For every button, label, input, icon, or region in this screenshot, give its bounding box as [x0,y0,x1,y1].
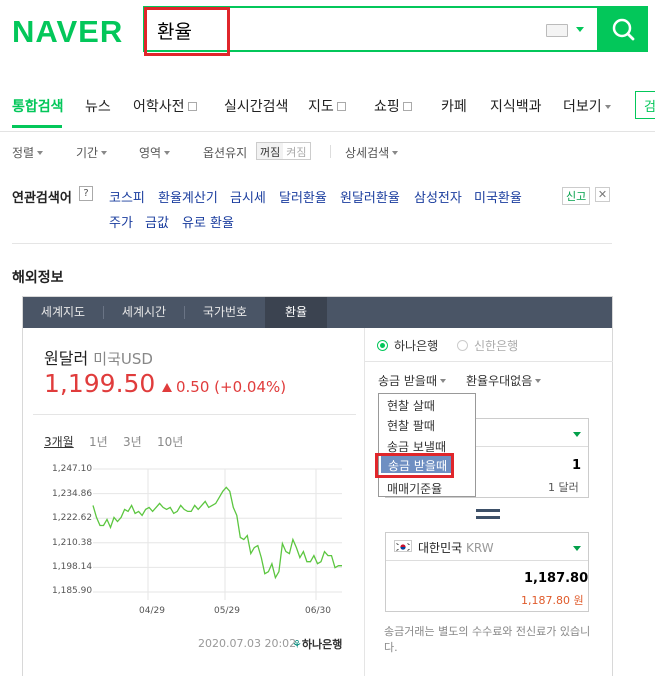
from-unit: 1 달러 [548,481,579,494]
bank-radio-shinhan[interactable]: 신한은행 [457,337,518,354]
radio-checked-icon [377,340,388,351]
to-unit: 1,187.80 원 [521,594,584,607]
chevron-down-icon [573,432,581,437]
bank-radio-hana[interactable]: 하나은행 [377,337,438,354]
x-tick-label: 04/29 [139,606,165,616]
korea-flag-icon [394,540,412,552]
x-tick-label: 05/29 [214,606,240,616]
x-tick-label: 06/30 [305,606,331,616]
to-country: 대한민국 [418,541,463,555]
bank-label: 신한은행 [474,339,519,353]
to-currency-label: 대한민국 KRW [418,539,494,556]
chart-timestamp: 2020.07.03 20:02 [198,637,297,650]
chevron-down-icon [535,379,542,383]
from-amount-input[interactable] [561,458,581,473]
bank-logo-mark-icon: ⚘ [292,638,302,651]
bank-logo-text: 하나은행 [301,638,343,651]
series-line [92,486,342,580]
chevron-down-icon [573,546,581,551]
rate-type-dropdown[interactable]: 송금 받을때 [378,372,447,389]
divider [364,328,365,676]
menu-item[interactable]: 현찰 팔때 [387,417,435,434]
bank-label: 하나은행 [394,339,439,353]
chevron-down-icon [440,379,447,383]
equals-icon [476,509,500,512]
remittance-note: 송금거래는 별도의 수수료와 전신료가 있습니다. [384,625,591,654]
menu-item[interactable]: 매매기준율 [387,480,442,497]
divider [365,361,613,362]
to-code: KRW [466,541,494,555]
preferential-label: 환율우대없음 [466,374,533,388]
preferential-dropdown[interactable]: 환율우대없음 [466,372,542,389]
menu-highlight-outline [375,453,454,478]
menu-item[interactable]: 현찰 살때 [387,397,435,414]
radio-unchecked-icon [457,340,468,351]
to-amount[interactable]: 1,187.80 [524,571,588,586]
equals-icon [476,516,500,519]
rate-type-label: 송금 받을때 [378,374,438,388]
bank-logo: ⚘하나은행 [292,636,342,652]
rate-type-menu: 현찰 살때 현찰 팔때 송금 보낼때 매매기준율 [378,393,476,497]
korea-flag-graphic [396,543,410,551]
